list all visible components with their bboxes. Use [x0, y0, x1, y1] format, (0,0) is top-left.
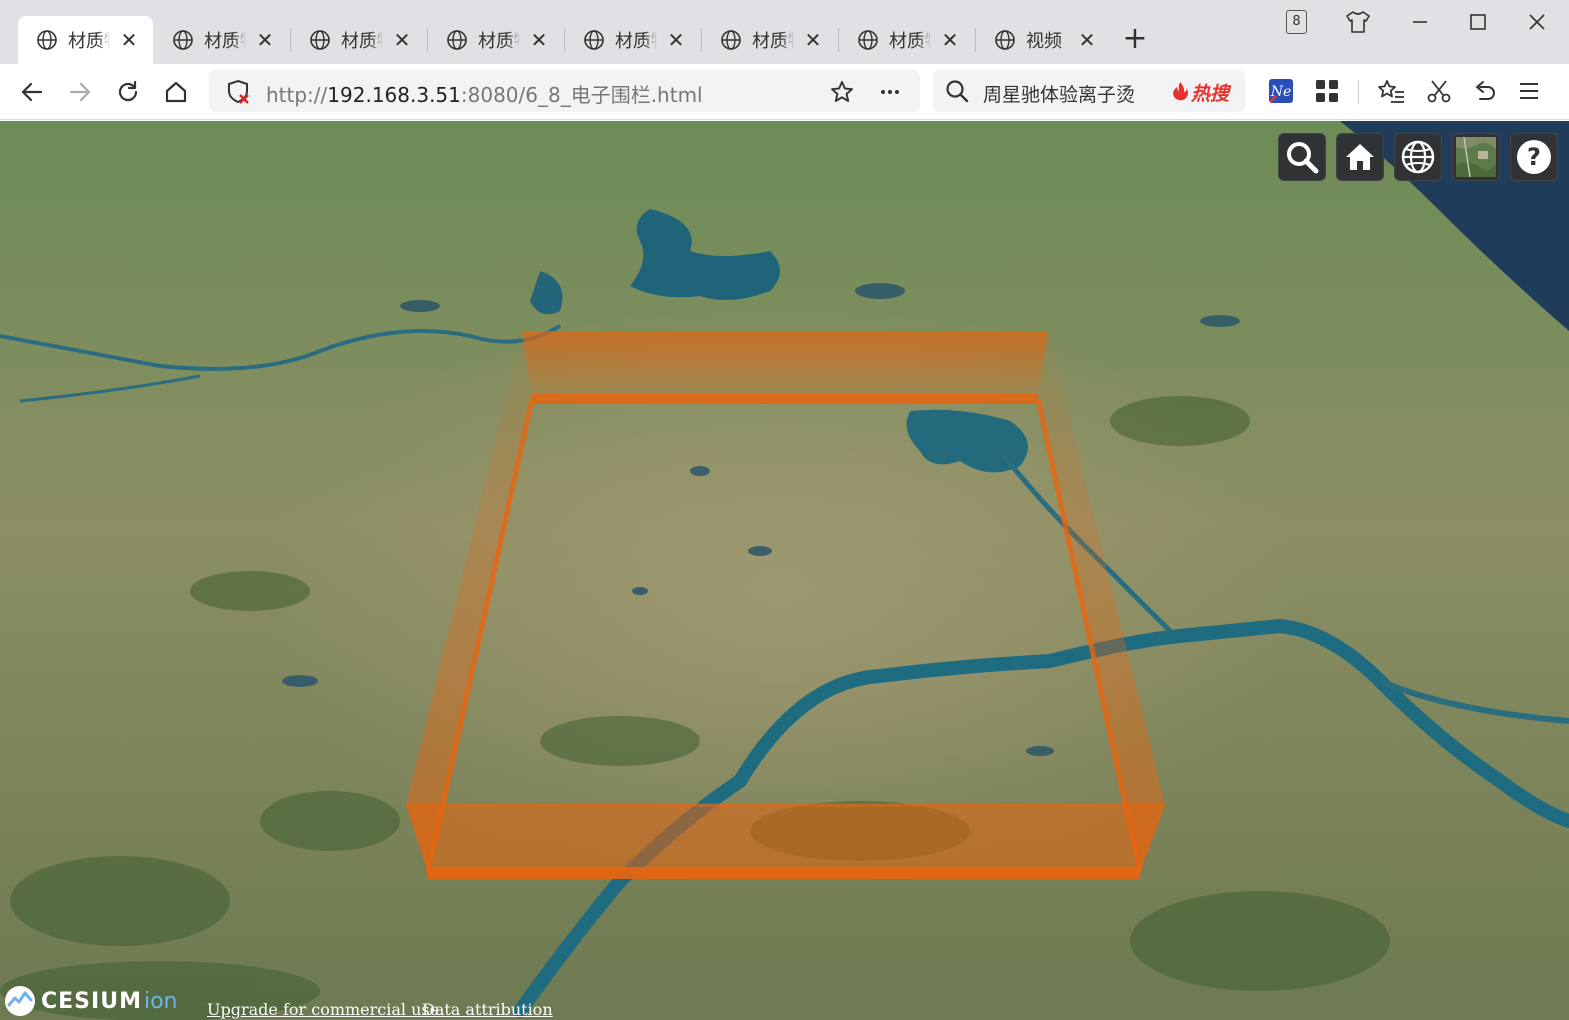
forward-arrow-icon[interactable]	[64, 76, 96, 108]
globe-icon	[721, 30, 741, 50]
tab-title: 材质物	[752, 31, 794, 52]
home-icon[interactable]	[160, 76, 192, 108]
menu-icon[interactable]	[1517, 79, 1541, 103]
geocoder-search-button[interactable]	[1278, 133, 1326, 181]
ion-logo-text: ion	[143, 988, 178, 1014]
globe-icon	[584, 30, 604, 50]
fence-front-wall	[406, 805, 1165, 873]
url-host: 192.168.3.51	[327, 83, 461, 107]
tab-title: 视频	[1026, 31, 1062, 52]
window-count-badge[interactable]: 8	[1286, 10, 1307, 34]
tab-title: 材质物	[341, 31, 383, 52]
globe-icon	[995, 30, 1015, 50]
close-icon[interactable]: ✕	[1077, 30, 1097, 50]
search-icon	[1287, 142, 1319, 174]
globe-icon	[37, 30, 57, 50]
cesium-logo-icon	[5, 986, 35, 1016]
star-icon[interactable]	[829, 79, 855, 105]
tab-7[interactable]: 视频 ✕	[976, 16, 1111, 64]
scissors-icon[interactable]	[1426, 78, 1452, 104]
close-icon[interactable]: ✕	[803, 30, 823, 50]
data-attribution-link[interactable]: Data attribution	[422, 1000, 553, 1019]
flame-icon	[1173, 82, 1188, 101]
base-layer-picker-button[interactable]	[1452, 133, 1500, 181]
tab-0[interactable]: 材质物 ✕	[18, 16, 153, 64]
browser-toolbar: http://192.168.3.51:8080/6_8_电子围栏.html 周…	[0, 64, 1569, 120]
hot-search-tag[interactable]: 热搜	[1191, 79, 1229, 106]
toolbar-divider	[1358, 80, 1359, 104]
navigation-help-button[interactable]: ?	[1510, 133, 1558, 181]
globe-icon	[173, 30, 193, 50]
cesium-credits: CESIUM ion Upgrade for commercial use. D…	[0, 980, 560, 1020]
back-arrow-icon[interactable]	[16, 76, 48, 108]
tab-title: 材质物	[204, 31, 246, 52]
skin-icon[interactable]	[1344, 8, 1372, 36]
tab-title: 材质物	[615, 31, 657, 52]
tab-6[interactable]: 材质物 ✕	[839, 16, 974, 64]
tab-1[interactable]: 材质物 ✕	[154, 16, 289, 64]
tab-title: 材质物	[889, 31, 931, 52]
cesium-logo-text: CESIUM	[41, 988, 142, 1014]
close-icon[interactable]: ✕	[119, 30, 139, 50]
insecure-shield-icon[interactable]	[225, 79, 251, 105]
tab-title: 材质物	[68, 31, 110, 52]
home-view-button[interactable]	[1336, 133, 1384, 181]
close-icon[interactable]: ✕	[392, 30, 412, 50]
tab-5[interactable]: 材质物 ✕	[702, 16, 837, 64]
globe-icon	[1401, 140, 1435, 174]
cesium-ion-logo[interactable]: CESIUM ion	[3, 984, 177, 1018]
new-tab-button[interactable]: +	[1121, 24, 1149, 54]
tab-title: 材质物	[478, 31, 520, 52]
globe-icon	[310, 30, 330, 50]
imagery-thumbnail-icon	[1456, 137, 1496, 177]
scene-mode-button[interactable]	[1394, 133, 1442, 181]
fence-back-wall	[522, 331, 1048, 399]
globe-icon	[858, 30, 878, 50]
svg-text:Ne: Ne	[1270, 84, 1292, 100]
home-icon	[1346, 144, 1374, 170]
browser-tab-strip: 材质物 ✕ 材质物 ✕ 材质物 ✕ 材质物 ✕ 材质物 ✕ 材质物 ✕ 材质物 …	[0, 0, 1569, 64]
tab-3[interactable]: 材质物 ✕	[428, 16, 563, 64]
search-icon	[946, 80, 969, 103]
close-icon[interactable]: ✕	[255, 30, 275, 50]
tab-2[interactable]: 材质物 ✕	[291, 16, 426, 64]
satellite-terrain-map[interactable]	[0, 121, 1569, 1020]
cesium-viewer[interactable]: ? CESIUM ion Upgrade for commercial use.…	[0, 121, 1569, 1020]
help-icon: ?	[1517, 140, 1551, 174]
search-query: 周星驰体验离子烫	[983, 84, 1136, 106]
reload-icon[interactable]	[112, 76, 144, 108]
extension-ne-icon[interactable]: Ne	[1268, 78, 1294, 104]
apps-grid-icon[interactable]	[1315, 79, 1339, 103]
url-scheme: http://	[266, 83, 328, 107]
maximize-icon[interactable]	[1464, 8, 1492, 36]
close-icon[interactable]: ✕	[940, 30, 960, 50]
close-icon[interactable]: ✕	[529, 30, 549, 50]
tab-4[interactable]: 材质物 ✕	[565, 16, 700, 64]
undo-icon[interactable]	[1472, 78, 1498, 104]
globe-icon	[447, 30, 467, 50]
close-icon[interactable]: ✕	[666, 30, 686, 50]
more-dots-icon[interactable]	[877, 79, 903, 105]
url-path: :8080/6_8_电子围栏.html	[460, 83, 703, 107]
minimize-icon[interactable]	[1406, 8, 1434, 36]
search-box[interactable]: 周星驰体验离子烫 热搜	[933, 70, 1245, 112]
window-close-icon[interactable]	[1523, 8, 1551, 36]
upgrade-link[interactable]: Upgrade for commercial use.	[207, 1000, 444, 1019]
favorites-list-icon[interactable]	[1377, 78, 1405, 104]
svg-text:?: ?	[1527, 143, 1541, 171]
address-bar[interactable]: http://192.168.3.51:8080/6_8_电子围栏.html	[209, 70, 920, 112]
url-text: http://192.168.3.51:8080/6_8_电子围栏.html	[266, 79, 703, 108]
